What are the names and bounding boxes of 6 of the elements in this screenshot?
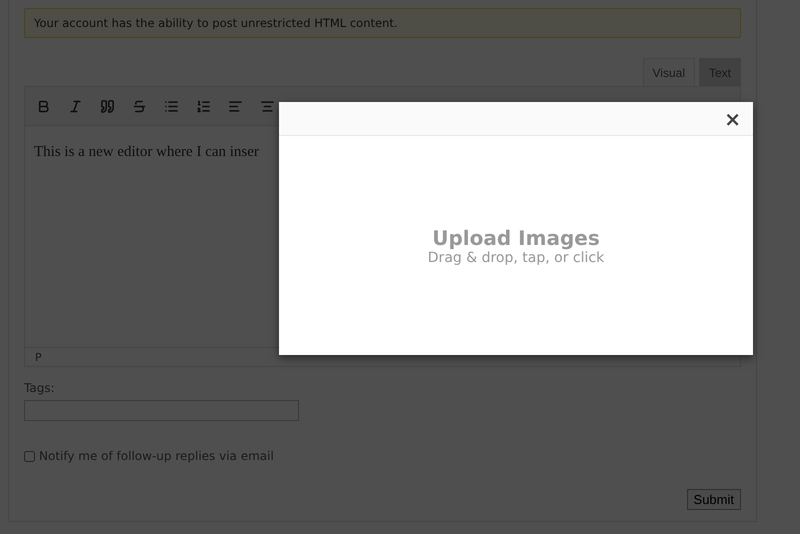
close-button[interactable]: × [722, 108, 743, 128]
upload-hint: Drag & drop, tap, or click [428, 250, 604, 266]
notify-checkbox[interactable] [24, 450, 35, 462]
upload-title: Upload Images [432, 226, 600, 250]
notice-message: Your account has the ability to post unrestricted HTML content. [24, 8, 741, 38]
submit-button[interactable]: Submit [686, 489, 741, 510]
